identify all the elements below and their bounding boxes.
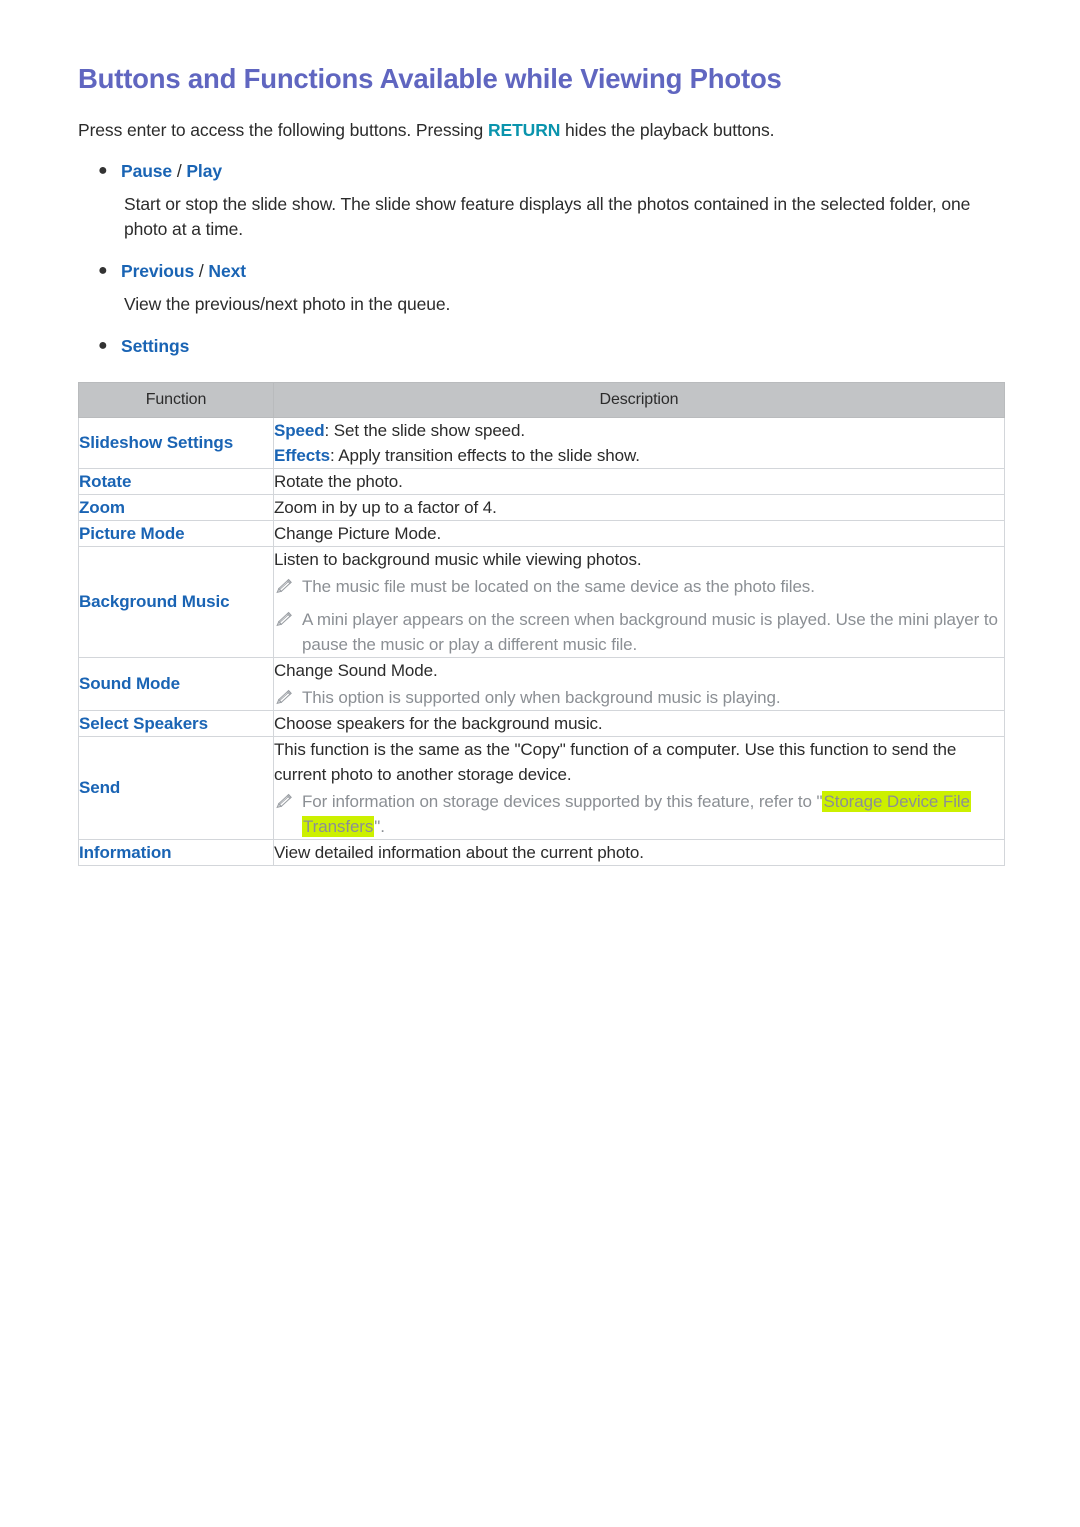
functions-table: Function Description Slideshow Settings S…: [78, 382, 1005, 866]
note-line: A mini player appears on the screen when…: [274, 607, 1004, 657]
note-text: A mini player appears on the screen when…: [302, 610, 998, 654]
description-line: Effects: Apply transition effects to the…: [274, 443, 1004, 468]
list-item: ● Settings: [78, 334, 1004, 358]
bullet-label-primary: Settings: [121, 336, 190, 356]
bullet-label-secondary: Next: [208, 261, 246, 281]
bullet-label-secondary: Play: [186, 161, 222, 181]
page-content: Buttons and Functions Available while Vi…: [78, 62, 1005, 866]
note-line: For information on storage devices suppo…: [274, 789, 1004, 839]
description-text: : Set the slide show speed.: [324, 421, 526, 440]
description-cell: Rotate the photo.: [273, 468, 1005, 495]
table-row: Zoom Zoom in by up to a factor of 4.: [78, 494, 1005, 521]
note-text: This option is supported only when backg…: [302, 688, 781, 707]
bullet-list: ● Pause / Play Start or stop the slide s…: [78, 159, 1004, 358]
description-keyword[interactable]: Effects: [274, 446, 330, 465]
table-row: Background Music Listen to background mus…: [78, 546, 1005, 658]
function-name-cell[interactable]: Picture Mode: [78, 520, 274, 547]
table-header-row: Function Description: [78, 382, 1005, 418]
intro-prefix: Press enter to access the following butt…: [78, 120, 488, 140]
table-row: Send This function is the same as the "Co…: [78, 736, 1005, 840]
bullet-label: Previous / Next: [121, 259, 246, 283]
table-header: Function Description: [78, 382, 1005, 418]
intro-suffix: hides the playback buttons.: [560, 120, 775, 140]
note-text: For information on storage devices suppo…: [302, 789, 1004, 839]
pencil-icon: [276, 689, 292, 705]
note-line: This option is supported only when backg…: [274, 685, 1004, 710]
column-header-function: Function: [78, 382, 274, 418]
function-name-cell[interactable]: Rotate: [78, 468, 274, 495]
pencil-icon: [276, 578, 292, 594]
description-line: Zoom in by up to a factor of 4.: [274, 498, 497, 517]
table-row: Picture Mode Change Picture Mode.: [78, 520, 1005, 547]
list-item: ● Previous / Next View the previous/next…: [78, 259, 1004, 317]
table-body: Slideshow Settings Speed: Set the slide s…: [78, 417, 1005, 866]
description-cell: Zoom in by up to a factor of 4.: [273, 494, 1005, 521]
table-row: Sound Mode Change Sound Mode. This option…: [78, 657, 1005, 711]
bullet-label-separator: /: [172, 161, 187, 181]
page-title: Buttons and Functions Available while Vi…: [78, 63, 782, 94]
column-header-description: Description: [273, 382, 1005, 418]
description-text: : Apply transition effects to the slide …: [330, 446, 640, 465]
bullet-heading-previous-next: ● Previous / Next: [78, 259, 1004, 283]
description-line: Change Picture Mode.: [274, 524, 442, 543]
description-cell: Change Sound Mode. This option is suppor…: [273, 657, 1005, 711]
description-line: Listen to background music while viewing…: [274, 550, 642, 569]
bullet-heading-settings: ● Settings: [78, 334, 1004, 358]
table-row: Slideshow Settings Speed: Set the slide s…: [78, 417, 1005, 469]
list-item: ● Pause / Play Start or stop the slide s…: [78, 159, 1004, 242]
note-text-prefix: For information on storage devices suppo…: [302, 792, 823, 811]
function-name-cell[interactable]: Send: [78, 736, 274, 840]
bullet-label-separator: /: [194, 261, 209, 281]
intro-paragraph: Press enter to access the following butt…: [78, 118, 1004, 142]
bullet-dot-icon: ●: [98, 262, 108, 279]
description-cell: View detailed information about the curr…: [273, 839, 1005, 866]
description-line: Choose speakers for the background music…: [274, 714, 603, 733]
description-cell: Speed: Set the slide show speed. Effects:…: [273, 417, 1005, 469]
bullet-body: View the previous/next photo in the queu…: [124, 294, 451, 314]
description-line: Speed: Set the slide show speed.: [274, 418, 1004, 443]
description-cell: This function is the same as the "Copy" …: [273, 736, 1005, 840]
description-line: Change Sound Mode.: [274, 661, 438, 680]
bullet-label: Pause / Play: [121, 159, 222, 183]
table-row: Select Speakers Choose speakers for the b…: [78, 710, 1005, 737]
description-keyword[interactable]: Speed: [274, 421, 325, 440]
description-cell: Choose speakers for the background music…: [273, 710, 1005, 737]
bullet-label-primary: Previous: [121, 261, 195, 281]
document-page: Buttons and Functions Available while Vi…: [0, 0, 1080, 1527]
description-cell: Change Picture Mode.: [273, 520, 1005, 547]
bullet-dot-icon: ●: [98, 162, 108, 179]
bullet-dot-icon: ●: [98, 337, 108, 354]
function-name-cell[interactable]: Sound Mode: [78, 657, 274, 711]
description-line: This function is the same as the "Copy" …: [274, 740, 957, 784]
description-cell: Listen to background music while viewing…: [273, 546, 1005, 658]
note-line: The music file must be located on the sa…: [274, 574, 1004, 599]
pencil-icon: [276, 793, 292, 809]
function-name-cell[interactable]: Background Music: [78, 546, 274, 658]
pencil-icon: [276, 611, 292, 627]
function-name-cell[interactable]: Slideshow Settings: [78, 417, 274, 469]
bullet-heading-pause-play: ● Pause / Play: [78, 159, 1004, 183]
bullet-label-primary: Pause: [121, 161, 173, 181]
table-row: Information View detailed information abo…: [78, 839, 1005, 866]
bullet-body: Start or stop the slide show. The slide …: [124, 194, 971, 239]
note-text-suffix: ".: [374, 817, 385, 836]
description-line: Rotate the photo.: [274, 472, 403, 491]
note-text: The music file must be located on the sa…: [302, 577, 815, 596]
description-line: View detailed information about the curr…: [274, 843, 644, 862]
bullet-label: Settings: [121, 334, 189, 358]
function-name-cell[interactable]: Information: [78, 839, 274, 866]
function-name-cell[interactable]: Zoom: [78, 494, 274, 521]
return-keyword: RETURN: [487, 120, 561, 140]
function-name-cell[interactable]: Select Speakers: [78, 710, 274, 737]
table-row: Rotate Rotate the photo.: [78, 468, 1005, 495]
